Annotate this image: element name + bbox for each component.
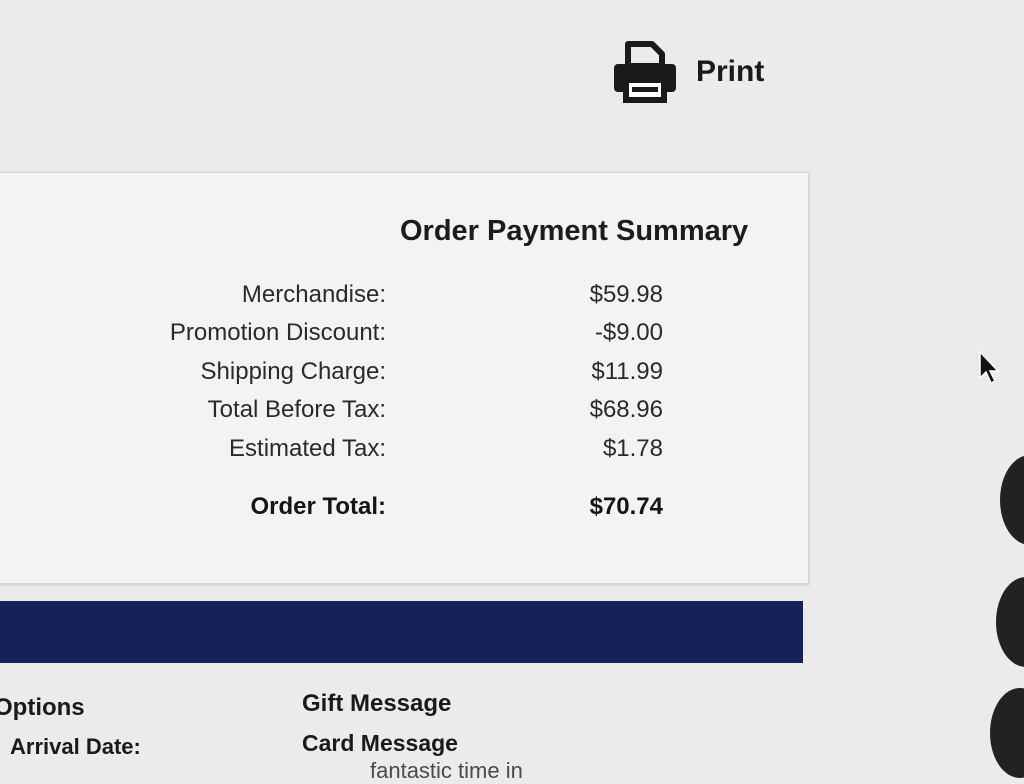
row-label: Merchandise: xyxy=(241,281,386,308)
gift-message-heading: Gift Message xyxy=(302,690,452,717)
order-payment-summary-panel: Order Payment Summary Merchandise: $59.9… xyxy=(0,172,809,584)
print-button[interactable]: Print xyxy=(612,40,764,104)
row-value: $11.99 xyxy=(591,358,663,385)
summary-row-order-total: Order Total: $70.74 xyxy=(0,493,808,527)
edge-control[interactable] xyxy=(1000,455,1024,545)
arrival-date-label: Arrival Date: xyxy=(10,734,141,759)
order-total-label: Order Total: xyxy=(250,493,386,520)
row-value: -$9.00 xyxy=(594,319,663,346)
row-label: Total Before Tax: xyxy=(207,396,386,423)
edge-control[interactable] xyxy=(996,577,1024,667)
card-message-text: fantastic time in xyxy=(370,758,523,783)
summary-row-promotion-discount: Promotion Discount: -$9.00 xyxy=(0,319,808,353)
row-label: Estimated Tax: xyxy=(229,435,386,462)
summary-row-total-before-tax: Total Before Tax: $68.96 xyxy=(0,396,808,430)
row-label: Shipping Charge: xyxy=(200,358,386,385)
order-total-value: $70.74 xyxy=(589,493,663,520)
print-label: Print xyxy=(696,55,765,88)
summary-row-merchandise: Merchandise: $59.98 xyxy=(0,281,808,315)
card-message-heading: Card Message xyxy=(302,730,458,756)
row-value: $59.98 xyxy=(589,281,663,308)
summary-row-estimated-tax: Estimated Tax: $1.78 xyxy=(0,435,808,469)
printer-icon xyxy=(612,40,678,104)
row-label: Promotion Discount: xyxy=(169,319,386,346)
row-value: $68.96 xyxy=(589,396,663,423)
section-banner xyxy=(0,601,803,663)
options-heading: Options xyxy=(0,694,85,721)
mouse-pointer-icon xyxy=(978,350,1002,391)
row-value: $1.78 xyxy=(602,435,663,462)
edge-control[interactable] xyxy=(990,688,1024,778)
summary-title: Order Payment Summary xyxy=(400,215,749,247)
summary-row-shipping-charge: Shipping Charge: $11.99 xyxy=(0,358,808,392)
